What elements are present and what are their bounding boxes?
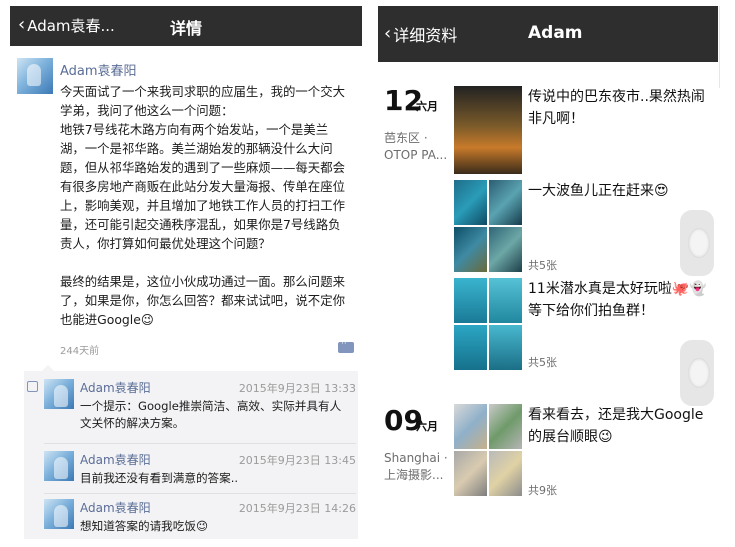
moment-post: Adam袁春阳 今天面试了一个来我司求职的应届生，我的一个交大学弟，我问了他这么… — [10, 46, 362, 364]
comment-date: 2015年9月23日 13:33 — [238, 382, 356, 395]
assistive-touch-button[interactable] — [680, 340, 714, 406]
feed-text[interactable]: 11米潜水真是太好玩啦🐙👻等下给你们拍鱼群！ — [528, 278, 716, 322]
chevron-left-icon: ‹ — [384, 23, 392, 44]
comment-date: 2015年9月23日 13:45 — [238, 454, 356, 467]
comment-icon[interactable] — [338, 339, 354, 353]
date-month: 六月 — [416, 100, 438, 113]
profile-album-screen: ‹ 详细资料 Adam 12 六月 芭东区 · OTOP PA... 传说中的巴… — [378, 6, 718, 540]
feed-text[interactable]: 一大波鱼儿正在赶来😍 — [528, 180, 716, 202]
photo-count: 共5张 — [528, 259, 557, 272]
photo-count: 共5张 — [528, 356, 557, 369]
speech-bubble-icon — [27, 381, 38, 392]
photo-thumb[interactable] — [454, 180, 487, 225]
comment-pointer — [42, 365, 54, 371]
comment-date: 2015年9月23日 14:26 — [238, 502, 356, 515]
avatar[interactable] — [44, 451, 74, 481]
comment-item[interactable]: Adam袁春阳 2015年9月23日 14:26 想知道答案的请我吃饭😉 — [44, 499, 356, 540]
back-button[interactable]: ‹ Adam袁春... — [18, 14, 115, 36]
moment-detail-screen: ‹ Adam袁春... 详情 Adam袁春阳 今天面试了一个来我司求职的应届生，… — [10, 6, 362, 540]
nav-bar: ‹ 详细资料 Adam — [378, 6, 718, 62]
location-label[interactable]: 芭东区 · OTOP PA... — [384, 130, 448, 164]
nav-bar: ‹ Adam袁春... 详情 — [10, 6, 362, 46]
photo-thumb[interactable] — [489, 325, 522, 370]
photo-thumb[interactable] — [454, 404, 487, 449]
photo-thumb[interactable] — [454, 325, 487, 370]
location-label[interactable]: Shanghai · 上海摄影... — [384, 450, 452, 484]
photo-thumb[interactable] — [454, 451, 487, 496]
comment-item[interactable]: Adam袁春阳 2015年9月23日 13:33 一个提示：Google推崇简洁… — [44, 379, 356, 435]
comment-list: Adam袁春阳 2015年9月23日 13:33 一个提示：Google推崇简洁… — [24, 365, 358, 540]
photo-thumb[interactable] — [454, 227, 487, 272]
avatar[interactable] — [17, 58, 53, 94]
page-title: 详情 — [170, 19, 203, 38]
avatar[interactable] — [44, 499, 74, 529]
page-title: Adam — [528, 23, 583, 43]
divider — [44, 493, 356, 494]
photo-thumb[interactable] — [489, 451, 522, 496]
photo-thumb[interactable] — [489, 278, 522, 323]
feed-text[interactable]: 传说中的巴东夜市..果然热闹非凡啊！ — [528, 86, 716, 130]
photo-count: 共9张 — [528, 484, 557, 497]
post-author[interactable]: Adam袁春阳 — [60, 60, 137, 79]
comment-author[interactable]: Adam袁春阳 — [80, 499, 151, 516]
assistive-touch-button[interactable] — [680, 210, 714, 276]
back-label: 详细资料 — [393, 26, 458, 45]
feed-text[interactable]: 看来看去，还是我大Google的展台顺眼😉 — [528, 404, 716, 448]
date-month: 六月 — [416, 420, 438, 433]
photo-thumb[interactable] — [489, 180, 522, 225]
divider — [44, 443, 356, 444]
photo-thumb[interactable] — [489, 227, 522, 272]
avatar[interactable] — [44, 379, 74, 409]
comment-author[interactable]: Adam袁春阳 — [80, 379, 151, 396]
back-button[interactable]: ‹ 详细资料 — [384, 22, 457, 46]
comment-author[interactable]: Adam袁春阳 — [80, 451, 151, 468]
comment-text: 想知道答案的请我吃饭😉 — [80, 519, 209, 533]
chevron-left-icon: ‹ — [18, 14, 26, 35]
photo-thumb[interactable] — [454, 278, 487, 323]
post-time: 244天前 — [60, 346, 100, 357]
post-text: 今天面试了一个来我司求职的应届生，我的一个交大学弟，我问了他这么一个问题： 地铁… — [60, 84, 345, 327]
comment-text: 目前我还没有看到满意的答案.. — [80, 471, 239, 485]
comment-text: 一个提示：Google推崇简洁、高效、实际并具有人文关怀的解决方案。 — [80, 399, 342, 430]
back-label: Adam袁春... — [27, 16, 115, 35]
photo-night-market[interactable] — [454, 86, 522, 174]
photo-thumb[interactable] — [489, 404, 522, 449]
edge-line — [719, 6, 733, 88]
